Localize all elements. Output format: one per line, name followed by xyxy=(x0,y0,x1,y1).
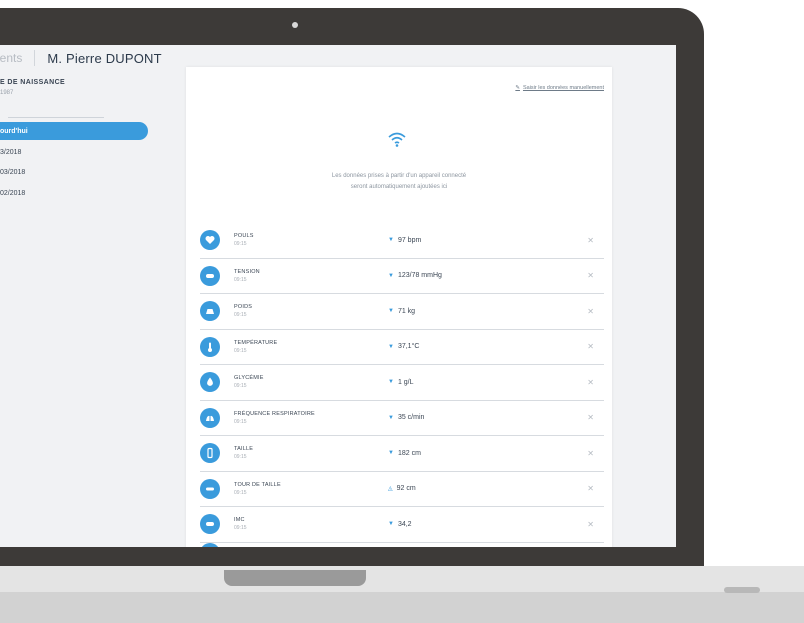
measurement-row: Glycémie 09:15 ▼ 1 g/L ✕ xyxy=(200,365,604,401)
close-icon[interactable]: ✕ xyxy=(587,236,594,245)
measurement-row: Température 09:15 ▼ 37,1°C ✕ xyxy=(200,330,604,365)
measurements-list: Pouls 09:15 ▼ 97 bpm ✕ Tension 09:15 ▼ 123/7… xyxy=(200,223,604,547)
measurement-row: Pouls 09:15 ▼ 97 bpm ✕ xyxy=(200,223,604,259)
measurement-time: 09:15 xyxy=(234,418,247,425)
measurements-card: ✎ Saisir les données manuellement Les do… xyxy=(186,67,612,547)
sidebar-item-date[interactable]: 03/2018 xyxy=(0,169,25,176)
blood-pressure-icon xyxy=(200,265,220,286)
measurement-time: 09:15 xyxy=(234,241,247,248)
measurement-name: Pouls xyxy=(234,233,254,240)
measurement-name: Poids xyxy=(234,304,253,311)
close-icon[interactable]: ✕ xyxy=(587,342,594,351)
breadcrumb-prev[interactable]: ients xyxy=(0,51,22,65)
breadcrumb-separator xyxy=(34,50,36,66)
manual-entry-label: Saisir les données manuellement xyxy=(522,85,604,91)
measurement-name: Tension xyxy=(234,268,260,275)
scale-icon xyxy=(200,301,220,322)
measurement-time: 09:15 xyxy=(234,525,247,532)
measurement-value: 35 c/min xyxy=(397,414,425,422)
close-icon[interactable]: ✕ xyxy=(587,449,594,458)
manual-entry-link[interactable]: ✎ Saisir les données manuellement xyxy=(515,85,604,91)
measurement-time: 09:15 xyxy=(234,383,247,390)
measurement-row: IMC 09:15 ▼ 34,2 ✕ xyxy=(200,507,604,543)
measurement-name: Température xyxy=(234,339,278,346)
wifi-icon xyxy=(388,132,406,147)
message-line: Les données prises à partir d'un apparei… xyxy=(331,173,467,179)
trend-arrow-icon: ▼ xyxy=(388,379,394,386)
measurement-value: 123/78 mmHg xyxy=(397,272,442,280)
measurement-time: 09:15 xyxy=(234,312,247,319)
measurement-name: Fréquence respiratoire xyxy=(234,410,315,417)
sidebar-item-date[interactable]: 3/2018 xyxy=(0,149,21,156)
close-icon[interactable]: ✕ xyxy=(587,378,594,387)
pencil-icon: ✎ xyxy=(515,85,520,91)
breadcrumb: ients M. Pierre DUPONT xyxy=(0,47,162,69)
measurement-name: Taille xyxy=(234,446,254,453)
patient-name: M. Pierre DUPONT xyxy=(47,50,162,66)
close-icon[interactable]: ✕ xyxy=(587,520,594,529)
bmi-icon xyxy=(200,514,220,535)
measurement-value: 92 cm xyxy=(396,485,416,493)
measurement-row: Tour de taille 09:15 ◬ 92 cm ✕ xyxy=(200,472,604,507)
ruler-icon xyxy=(200,443,220,464)
close-icon[interactable]: ✕ xyxy=(587,271,594,280)
measurement-value: 1 g/L xyxy=(397,378,414,386)
trend-arrow-icon: ▼ xyxy=(388,237,394,244)
measurement-row: Fréquence respiratoire 09:15 ▼ 35 c/min ✕ xyxy=(200,401,604,436)
trend-arrow-icon: ▼ xyxy=(388,414,394,421)
laptop-base-lower xyxy=(0,592,804,623)
sidebar-item-today[interactable]: ourd'hui xyxy=(0,122,148,140)
drop-icon xyxy=(200,372,220,393)
measurement-time: 09:15 xyxy=(234,347,247,354)
birthdate-label: E DE NAISSANCE xyxy=(0,79,66,86)
trend-arrow-icon: ▼ xyxy=(388,521,394,528)
measurement-name: Glycémie xyxy=(234,375,264,382)
thermometer-icon xyxy=(200,336,220,357)
measurement-value: 182 cm xyxy=(397,449,421,457)
birthdate-value: 1987 xyxy=(0,90,14,96)
measurement-row-partial xyxy=(200,542,604,547)
measurement-row: Tension 09:15 ▼ 123/78 mmHg ✕ xyxy=(200,259,604,294)
measurement-value: 37,1°C xyxy=(397,343,420,351)
measurement-value: 97 bpm xyxy=(397,236,422,244)
lungs-icon xyxy=(200,407,220,428)
sidebar-item-date[interactable]: 02/2018 xyxy=(0,190,25,197)
measurement-value: 71 kg xyxy=(397,307,416,315)
measurement-row: Poids 09:15 ▼ 71 kg ✕ xyxy=(200,294,604,330)
trend-arrow-icon: ▼ xyxy=(388,450,394,457)
trend-arrow-icon: ▼ xyxy=(388,343,394,350)
measurement-name: IMC xyxy=(234,517,245,524)
close-icon[interactable]: ✕ xyxy=(587,413,594,422)
measurement-time: 09:15 xyxy=(234,489,247,496)
app-screen: ients M. Pierre DUPONT E DE NAISSANCE 19… xyxy=(0,45,676,547)
measurement-name: Tour de taille xyxy=(234,481,281,488)
measurement-row: Taille 09:15 ▼ 182 cm ✕ xyxy=(200,436,604,472)
camera-dot xyxy=(292,22,298,28)
measurement-icon xyxy=(200,542,220,547)
trend-arrow-icon: ▼ xyxy=(388,272,394,279)
measurement-value: 34,2 xyxy=(397,520,412,528)
heart-icon xyxy=(200,230,220,251)
close-icon[interactable]: ✕ xyxy=(587,484,594,493)
connected-device-message: Les données prises à partir d'un apparei… xyxy=(186,171,612,193)
trend-arrow-icon: ◬ xyxy=(388,486,393,493)
sidebar-item-label: ourd'hui xyxy=(0,127,28,135)
close-icon[interactable]: ✕ xyxy=(587,307,594,316)
laptop-side-slot xyxy=(724,587,760,593)
tape-icon xyxy=(200,478,220,499)
message-line: seront automatiquement ajoutées ici xyxy=(350,184,448,190)
trend-arrow-icon: ▼ xyxy=(388,308,394,315)
sidebar-divider xyxy=(8,117,104,118)
laptop-hinge xyxy=(224,570,366,586)
measurement-time: 09:15 xyxy=(234,276,247,283)
measurement-time: 09:15 xyxy=(234,454,247,461)
